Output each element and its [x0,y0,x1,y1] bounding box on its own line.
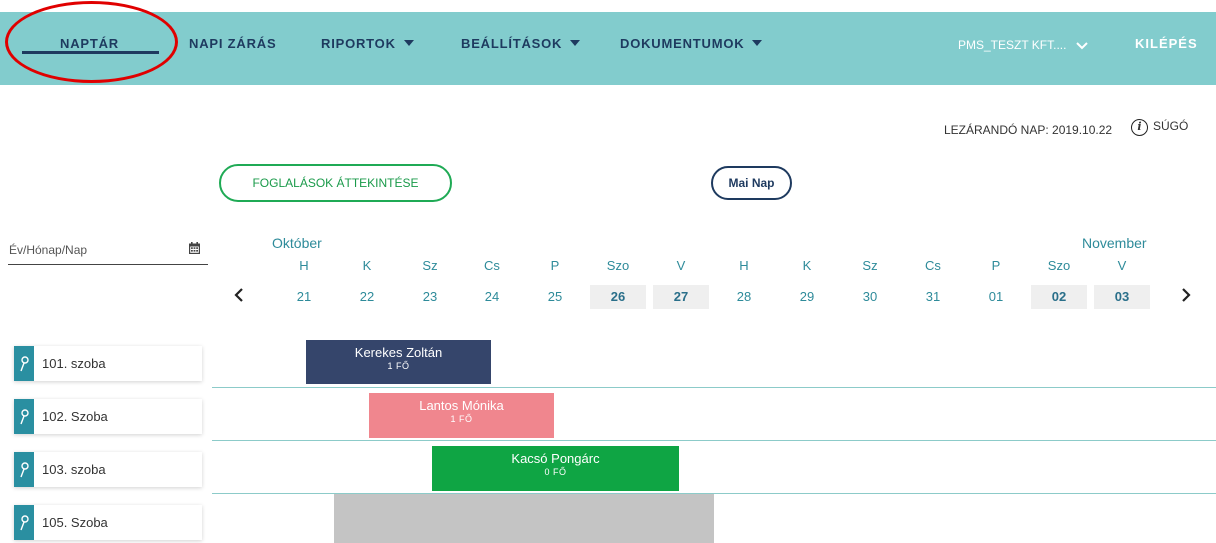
day-name: Szo [1047,258,1071,273]
day-number[interactable]: 01 [968,285,1024,309]
day-name: Cs [484,258,500,273]
day-number-weekend[interactable]: 27 [653,285,709,309]
day-name: K [802,258,812,273]
room-name: 105. Szoba [42,515,108,530]
room-item-103[interactable]: 103. szoba [14,452,202,487]
blocked-period[interactable] [334,494,714,543]
key-icon [20,462,29,478]
room-tab [14,399,34,434]
key-icon [20,356,29,372]
nav-item-label: DOKUMENTUMOK [620,36,745,51]
room-name: 101. szoba [42,356,106,371]
day-number-weekend[interactable]: 03 [1094,285,1150,309]
row-divider [212,440,1216,441]
calendar-icon [189,242,200,254]
day-name: V [1117,258,1127,273]
caret-down-icon [570,40,581,46]
room-item-105[interactable]: 105. Szoba [14,505,202,540]
day-name: P [550,258,560,273]
nav-item-napi-zaras[interactable]: NAPI ZÁRÁS [189,36,276,51]
room-tab [14,505,34,540]
booking-guest-name: Lantos Mónika [419,398,504,413]
day-number[interactable]: 21 [276,285,332,309]
month-label-october: Október [272,235,322,251]
key-icon [20,515,29,531]
nav-item-naptar[interactable]: NAPTÁR [60,36,119,51]
day-number[interactable]: 22 [339,285,395,309]
booking-block[interactable]: Lantos Mónika 1 FŐ [369,393,554,438]
room-name: 103. szoba [42,462,106,477]
caret-down-icon [403,40,414,46]
company-selector[interactable]: PMS_TESZT KFT.... [958,38,1088,52]
nav-item-label: NAPI ZÁRÁS [189,36,277,51]
row-divider [212,387,1216,388]
today-button[interactable]: Mai Nap [711,166,792,200]
room-item-102[interactable]: 102. Szoba [14,399,202,434]
day-number[interactable]: 25 [527,285,583,309]
key-icon [20,409,29,425]
date-input[interactable]: Év/Hónap/Nap [8,238,208,265]
info-icon: i [1131,119,1148,136]
day-name: Szo [606,258,630,273]
active-tab-underline [22,51,159,54]
caret-down-icon [752,40,763,46]
booking-block[interactable]: Kacsó Pongárc 0 FŐ [432,446,679,491]
day-name: Cs [925,258,941,273]
nav-item-riportok[interactable]: RIPORTOK [321,36,414,51]
room-item-101[interactable]: 101. szoba [14,346,202,381]
booking-person-count: 1 FŐ [387,361,410,371]
nav-item-label: NAPTÁR [60,36,119,51]
booking-person-count: 1 FŐ [450,414,473,424]
day-number[interactable]: 30 [842,285,898,309]
date-input-placeholder: Év/Hónap/Nap [9,243,88,257]
day-name: K [362,258,372,273]
booking-guest-name: Kerekes Zoltán [354,345,443,360]
nav-item-label: BEÁLLÍTÁSOK [461,36,563,51]
day-name: H [299,258,309,273]
room-tab [14,346,34,381]
day-number[interactable]: 28 [716,285,772,309]
nav-item-beallitasok[interactable]: BEÁLLÍTÁSOK [461,36,581,51]
closing-day-label: LEZÁRANDÓ NAP: 2019.10.22 [944,123,1113,137]
booking-person-count: 0 FŐ [544,467,567,477]
nav-item-label: RIPORTOK [321,36,396,51]
month-label-november: November [1082,235,1147,251]
room-name: 102. Szoba [42,409,108,424]
day-number[interactable]: 29 [779,285,835,309]
prev-arrow-icon[interactable] [234,287,244,308]
day-number[interactable]: 31 [905,285,961,309]
booking-block[interactable]: Kerekes Zoltán 1 FŐ [306,340,491,384]
top-navigation-bar: NAPTÁR NAPI ZÁRÁS RIPORTOK BEÁLLÍTÁSOK D… [0,12,1216,85]
help-button[interactable]: i SÚGÓ [1131,119,1188,136]
day-number[interactable]: 24 [464,285,520,309]
help-label: SÚGÓ [1153,119,1189,133]
day-name: V [676,258,686,273]
next-arrow-icon[interactable] [1181,287,1191,308]
room-tab [14,452,34,487]
day-name: Sz [862,258,878,273]
bookings-overview-button[interactable]: FOGLALÁSOK ÁTTEKINTÉSE [219,164,452,202]
chevron-down-icon [1076,42,1088,50]
day-number-weekend[interactable]: 26 [590,285,646,309]
day-number-weekend[interactable]: 02 [1031,285,1087,309]
logout-button[interactable]: KILÉPÉS [1135,36,1198,51]
booking-guest-name: Kacsó Pongárc [511,451,600,466]
day-name: Sz [422,258,438,273]
company-name: PMS_TESZT KFT.... [958,38,1067,52]
nav-item-dokumentumok[interactable]: DOKUMENTUMOK [620,36,763,51]
day-name: P [991,258,1001,273]
day-number[interactable]: 23 [402,285,458,309]
day-name: H [739,258,749,273]
